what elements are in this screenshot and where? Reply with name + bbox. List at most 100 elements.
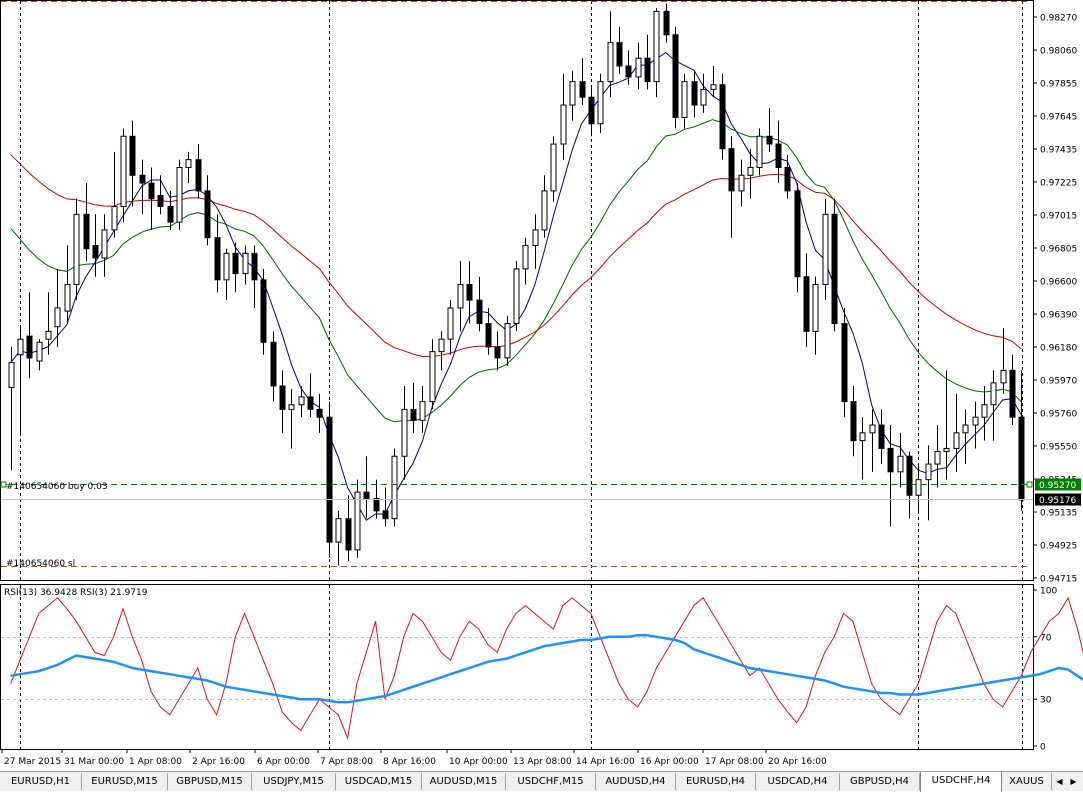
candle-body-bull bbox=[569, 81, 576, 106]
candle-body-bull bbox=[111, 205, 118, 231]
candle bbox=[214, 214, 221, 293]
candle-body-bull bbox=[597, 81, 604, 125]
tab-scroll-left-icon[interactable]: ◀ bbox=[1053, 774, 1066, 789]
candle-body-bear bbox=[878, 424, 885, 449]
time-tick-label: 31 Mar 00:00 bbox=[64, 757, 124, 767]
candle bbox=[195, 144, 202, 199]
candle-body-bull bbox=[681, 81, 688, 119]
candle-body-bull bbox=[897, 455, 904, 473]
candle-body-bull bbox=[419, 401, 426, 421]
candle bbox=[569, 70, 576, 121]
candle-body-bull bbox=[8, 362, 15, 389]
price-tick-label: 0.97435 bbox=[1040, 146, 1077, 156]
candle-body-bull bbox=[185, 159, 192, 168]
candle bbox=[54, 268, 61, 347]
chart-tab[interactable]: GBPUSD,M15 bbox=[168, 773, 252, 790]
candle-body-bull bbox=[513, 268, 520, 325]
mt4-chart[interactable]: 0.98270 0.98060 0.97855 0.97645 0.97435 0.972… bbox=[0, 0, 1083, 771]
chart-tab[interactable]: USDCAD,M15 bbox=[336, 773, 422, 790]
price-tick-label: 0.96390 bbox=[1040, 311, 1077, 321]
candle bbox=[504, 315, 511, 366]
period-separators bbox=[20, 1, 1023, 749]
candle bbox=[869, 409, 876, 472]
candle-body-bull bbox=[532, 229, 539, 247]
candle bbox=[719, 73, 726, 160]
buy-price-label: 0.95270 bbox=[1039, 481, 1076, 491]
chart-tab[interactable]: EURUSD,H1 bbox=[0, 773, 82, 790]
candle-body-bear bbox=[251, 252, 258, 281]
candle-body-bear bbox=[167, 205, 174, 223]
candle bbox=[457, 261, 464, 332]
candle-body-bear bbox=[644, 57, 651, 83]
chart-tab[interactable]: EURUSD,M15 bbox=[82, 773, 168, 790]
chart-tab[interactable]: USDCAD,H4 bbox=[756, 773, 840, 790]
candle-body-bull bbox=[859, 432, 866, 442]
chart-tab[interactable]: XAUUS bbox=[1002, 773, 1052, 790]
candle-body-bull bbox=[391, 455, 398, 520]
candle bbox=[513, 261, 520, 332]
price-tick-label: 0.98270 bbox=[1040, 14, 1077, 24]
time-tick-label: 16 Apr 00:00 bbox=[640, 757, 699, 767]
chart-tab[interactable]: AUDUSD,M15 bbox=[422, 773, 506, 790]
candle bbox=[597, 73, 604, 134]
candle-body-bull bbox=[953, 432, 960, 449]
price-tick-label: 0.94715 bbox=[1040, 575, 1077, 585]
candle-body-bear bbox=[466, 284, 473, 301]
rsi13-line bbox=[10, 633, 1083, 704]
candle-body-bull bbox=[504, 323, 511, 359]
candle-body-bear bbox=[382, 510, 389, 520]
candle bbox=[73, 198, 80, 301]
price-tick-label: 0.95970 bbox=[1040, 377, 1077, 387]
rsi-tick-label: 0 bbox=[1040, 743, 1046, 753]
candle bbox=[335, 510, 342, 566]
candle-body-bear bbox=[766, 135, 773, 145]
time-tick-label: 7 Apr 08:00 bbox=[320, 757, 373, 767]
candle-body-bear bbox=[672, 34, 679, 119]
candle bbox=[354, 479, 361, 558]
candle bbox=[120, 128, 127, 223]
chart-tab[interactable]: AUDUSD,H4 bbox=[596, 773, 676, 790]
candle-body-bull bbox=[223, 252, 230, 281]
chart-tab[interactable]: USDJPY,M15 bbox=[252, 773, 336, 790]
candle bbox=[494, 331, 501, 371]
candle-body-bear bbox=[373, 497, 380, 512]
buy-order-handle[interactable] bbox=[1026, 481, 1033, 488]
chart-tab[interactable]: GBPUSD,H4 bbox=[840, 773, 920, 790]
chart-tab[interactable]: EURUSD,H4 bbox=[676, 773, 756, 790]
candle bbox=[775, 120, 782, 184]
candle bbox=[756, 128, 763, 176]
candle bbox=[101, 214, 108, 277]
candle bbox=[850, 386, 857, 457]
candle-body-bear bbox=[906, 455, 913, 496]
price-tick-label: 0.97855 bbox=[1040, 80, 1077, 90]
chart-tab[interactable]: USDCHF,M15 bbox=[506, 773, 596, 790]
candle-body-bull bbox=[1000, 369, 1007, 384]
candle bbox=[728, 136, 735, 238]
time-tick-label: 27 Mar 2015 bbox=[4, 757, 61, 767]
candle bbox=[111, 151, 118, 238]
candle-body-bear bbox=[307, 396, 314, 410]
candle bbox=[878, 409, 885, 465]
price-axis: 0.98270 0.98060 0.97855 0.97645 0.97435 0.972… bbox=[1033, 14, 1081, 585]
time-tick-label: 2 Apr 16:00 bbox=[192, 757, 245, 767]
candle bbox=[738, 159, 745, 207]
candle bbox=[794, 183, 801, 293]
candle-body-bear bbox=[1009, 369, 1016, 418]
candle bbox=[438, 331, 445, 371]
candle-body-bear bbox=[831, 213, 838, 325]
candle bbox=[906, 451, 913, 519]
price-tick-label: 0.96805 bbox=[1040, 245, 1077, 255]
candle bbox=[363, 456, 370, 519]
candle bbox=[981, 386, 988, 441]
tab-scroll-right-icon[interactable]: ▶ bbox=[1067, 774, 1080, 789]
candle bbox=[625, 50, 632, 85]
candle bbox=[803, 253, 810, 347]
chart-tab[interactable]: USDCHF,H4 bbox=[920, 772, 1002, 792]
candle bbox=[382, 487, 389, 527]
candle-body-bull bbox=[822, 213, 829, 286]
candle bbox=[307, 373, 314, 418]
candle bbox=[522, 237, 529, 285]
candle bbox=[157, 175, 164, 215]
candle-body-bull bbox=[438, 338, 445, 353]
candle bbox=[251, 245, 258, 308]
